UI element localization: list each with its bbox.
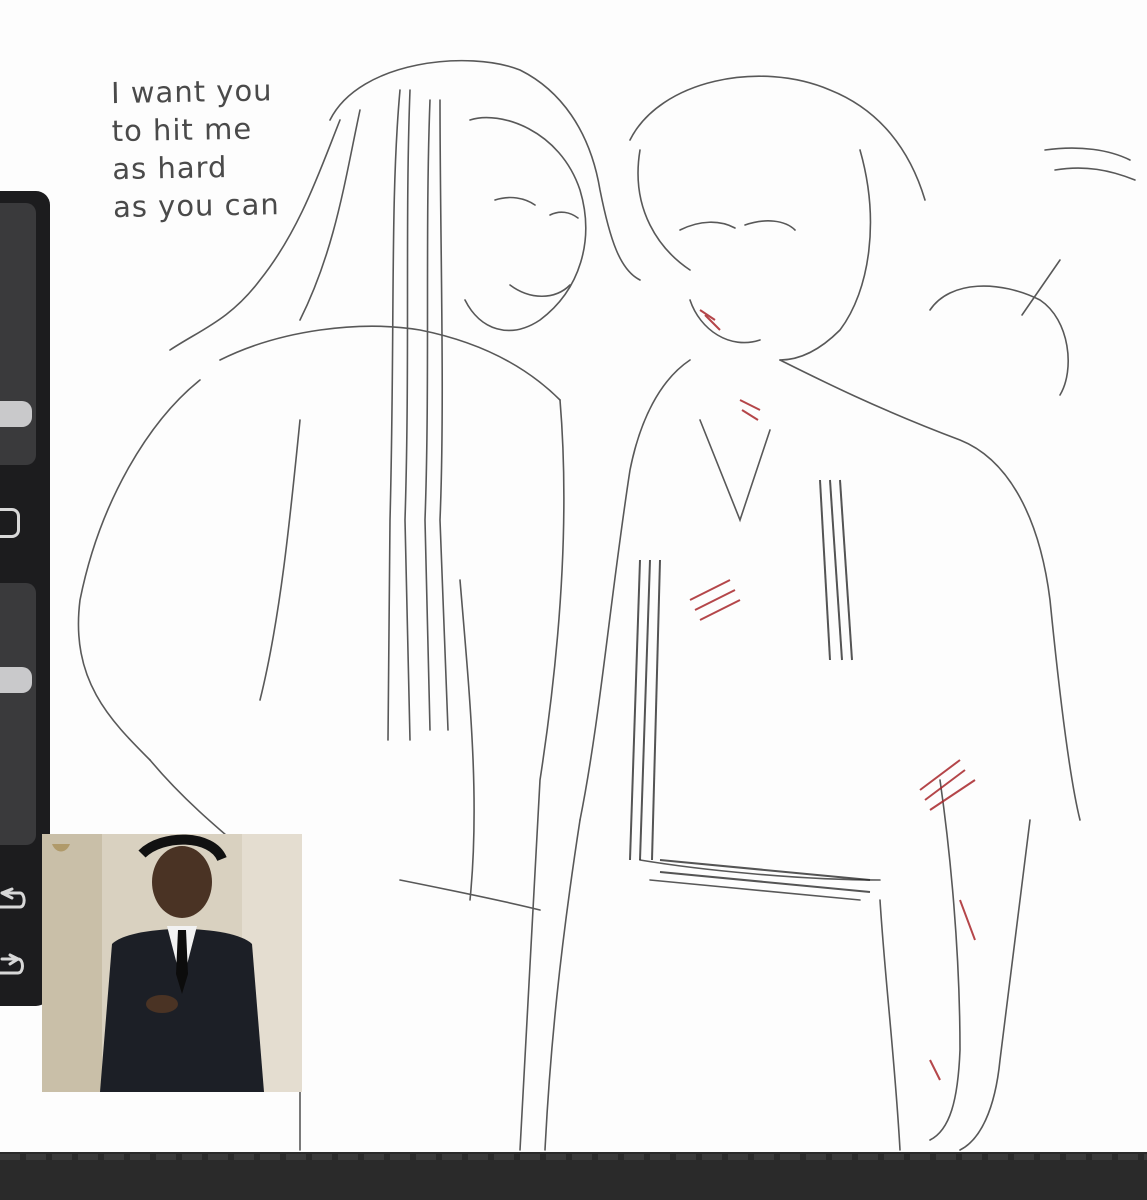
brush-size-slider[interactable] <box>0 203 36 465</box>
opacity-slider[interactable] <box>0 583 36 845</box>
caption-line: to hit me <box>111 111 253 149</box>
opacity-thumb[interactable] <box>0 667 32 693</box>
undo-icon[interactable] <box>0 883 30 917</box>
handwritten-caption: I want you to hit me as hard as you can <box>111 70 354 226</box>
redo-icon[interactable] <box>0 949 30 983</box>
caption-line: as hard <box>112 150 228 187</box>
square-icon[interactable] <box>0 508 20 538</box>
brush-size-thumb[interactable] <box>0 401 32 427</box>
reference-photo <box>42 834 302 1092</box>
caption-line: I want you <box>110 73 273 111</box>
caption-line: as you can <box>112 187 280 225</box>
bottom-bar <box>0 1152 1147 1200</box>
bottom-bar-pattern <box>0 1154 1147 1160</box>
